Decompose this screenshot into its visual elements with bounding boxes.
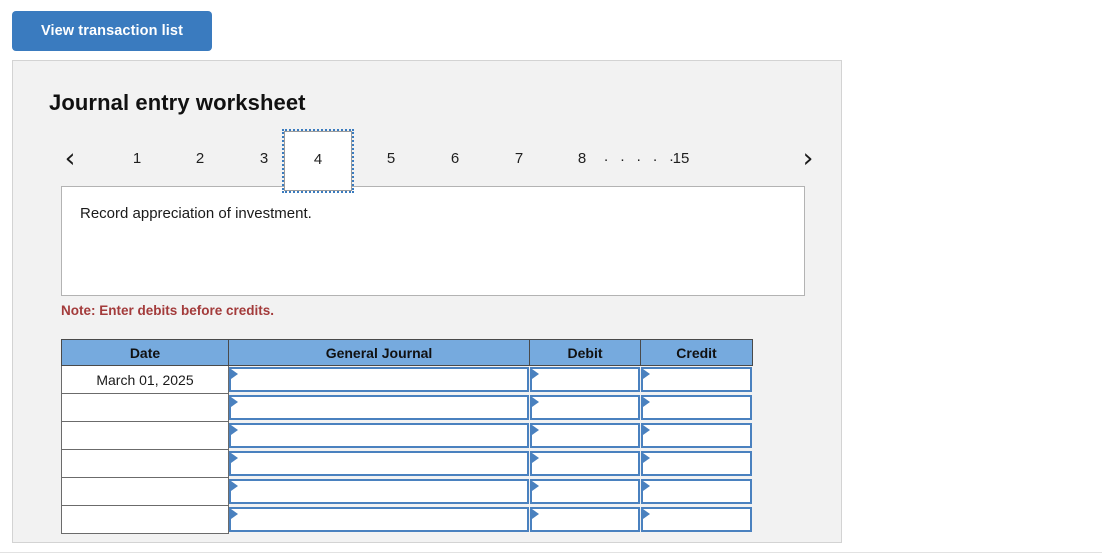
cell-credit (640, 477, 753, 506)
chevron-right-icon[interactable]: › (791, 131, 825, 187)
debit-input[interactable] (529, 451, 640, 476)
cell-general-journal (228, 393, 530, 422)
table-row (61, 477, 753, 506)
table-header-row: Date General Journal Debit Credit (61, 339, 753, 366)
cell-debit (529, 477, 641, 506)
pager-page-3[interactable]: 3 (248, 131, 280, 187)
debit-input[interactable] (529, 479, 640, 504)
column-header-date: Date (61, 339, 229, 366)
page-divider (0, 552, 1102, 553)
cell-date[interactable] (61, 505, 229, 534)
dropdown-triangle-icon (531, 481, 539, 491)
cell-debit (529, 505, 641, 534)
pager-page-2[interactable]: 2 (184, 131, 216, 187)
general-journal-input[interactable] (229, 507, 529, 532)
journal-entry-panel: Journal entry worksheet ‹ 1 2 3 4 5 6 7 … (12, 60, 842, 543)
dropdown-triangle-icon (231, 369, 238, 380)
pager-page-7[interactable]: 7 (503, 131, 535, 187)
cell-general-journal (228, 421, 530, 450)
cell-date[interactable] (61, 421, 229, 450)
cell-general-journal (228, 365, 530, 394)
credit-input[interactable] (640, 423, 752, 448)
cell-general-journal (228, 505, 530, 534)
general-journal-input[interactable] (229, 479, 529, 504)
dropdown-triangle-icon (642, 453, 650, 463)
cell-debit (529, 393, 641, 422)
cell-date[interactable] (61, 477, 229, 506)
cell-date: March 01, 2025 (61, 365, 229, 394)
dropdown-triangle-icon (231, 425, 238, 435)
cell-debit (529, 421, 641, 450)
credit-input[interactable] (640, 451, 752, 476)
pager-page-6[interactable]: 6 (439, 131, 471, 187)
cell-debit (529, 365, 641, 394)
credit-input[interactable] (640, 507, 752, 532)
debit-input[interactable] (529, 423, 640, 448)
debit-input[interactable] (529, 395, 640, 420)
dropdown-triangle-icon (642, 369, 650, 380)
cell-date[interactable] (61, 449, 229, 478)
table-row (61, 393, 753, 422)
dropdown-triangle-icon (231, 453, 238, 463)
pager-page-4-selected[interactable]: 4 (282, 129, 354, 193)
dropdown-triangle-icon (642, 481, 650, 491)
column-header-general-journal: General Journal (228, 339, 530, 366)
dropdown-triangle-icon (531, 453, 539, 463)
journal-entry-table: Date General Journal Debit Credit March … (61, 339, 753, 534)
dropdown-triangle-icon (531, 425, 539, 435)
dropdown-triangle-icon (531, 369, 539, 380)
column-header-debit: Debit (529, 339, 641, 366)
dropdown-triangle-icon (231, 397, 238, 407)
cell-debit (529, 449, 641, 478)
general-journal-input[interactable] (229, 423, 529, 448)
cell-credit (640, 505, 753, 534)
cell-credit (640, 393, 753, 422)
pager-page-5[interactable]: 5 (375, 131, 407, 187)
cell-credit (640, 449, 753, 478)
general-journal-input[interactable] (229, 451, 529, 476)
dropdown-triangle-icon (642, 397, 650, 407)
cell-general-journal (228, 449, 530, 478)
page-root: View transaction list Journal entry work… (0, 0, 1102, 557)
column-header-credit: Credit (640, 339, 753, 366)
credit-input[interactable] (640, 479, 752, 504)
cell-general-journal (228, 477, 530, 506)
table-row: March 01, 2025 (61, 365, 753, 394)
dropdown-triangle-icon (231, 481, 238, 491)
worksheet-pager: ‹ 1 2 3 4 5 6 7 8 . . . . . 15 › (13, 129, 843, 193)
pager-page-1[interactable]: 1 (121, 131, 153, 187)
credit-input[interactable] (640, 367, 752, 393)
table-row (61, 421, 753, 450)
page-title: Journal entry worksheet (49, 90, 306, 115)
debit-input[interactable] (529, 367, 640, 393)
view-transaction-list-button[interactable]: View transaction list (12, 11, 212, 51)
dropdown-triangle-icon (531, 397, 539, 407)
table-body: March 01, 2025 (61, 365, 753, 534)
general-journal-input[interactable] (229, 367, 529, 393)
dropdown-triangle-icon (231, 509, 238, 519)
pager-page-8[interactable]: 8 (566, 131, 598, 187)
cell-credit (640, 365, 753, 394)
credit-input[interactable] (640, 395, 752, 420)
entry-description-box: Record appreciation of investment. (61, 186, 805, 296)
table-row (61, 505, 753, 534)
dropdown-triangle-icon (642, 425, 650, 435)
pager-page-15[interactable]: 15 (663, 131, 699, 187)
debits-before-credits-note: Note: Enter debits before credits. (61, 303, 275, 318)
entry-description-text: Record appreciation of investment. (80, 205, 312, 222)
debit-input[interactable] (529, 507, 640, 532)
table-row (61, 449, 753, 478)
chevron-left-icon[interactable]: ‹ (53, 131, 87, 187)
general-journal-input[interactable] (229, 395, 529, 420)
dropdown-triangle-icon (531, 509, 539, 519)
cell-date[interactable] (61, 393, 229, 422)
dropdown-triangle-icon (642, 509, 650, 519)
cell-credit (640, 421, 753, 450)
